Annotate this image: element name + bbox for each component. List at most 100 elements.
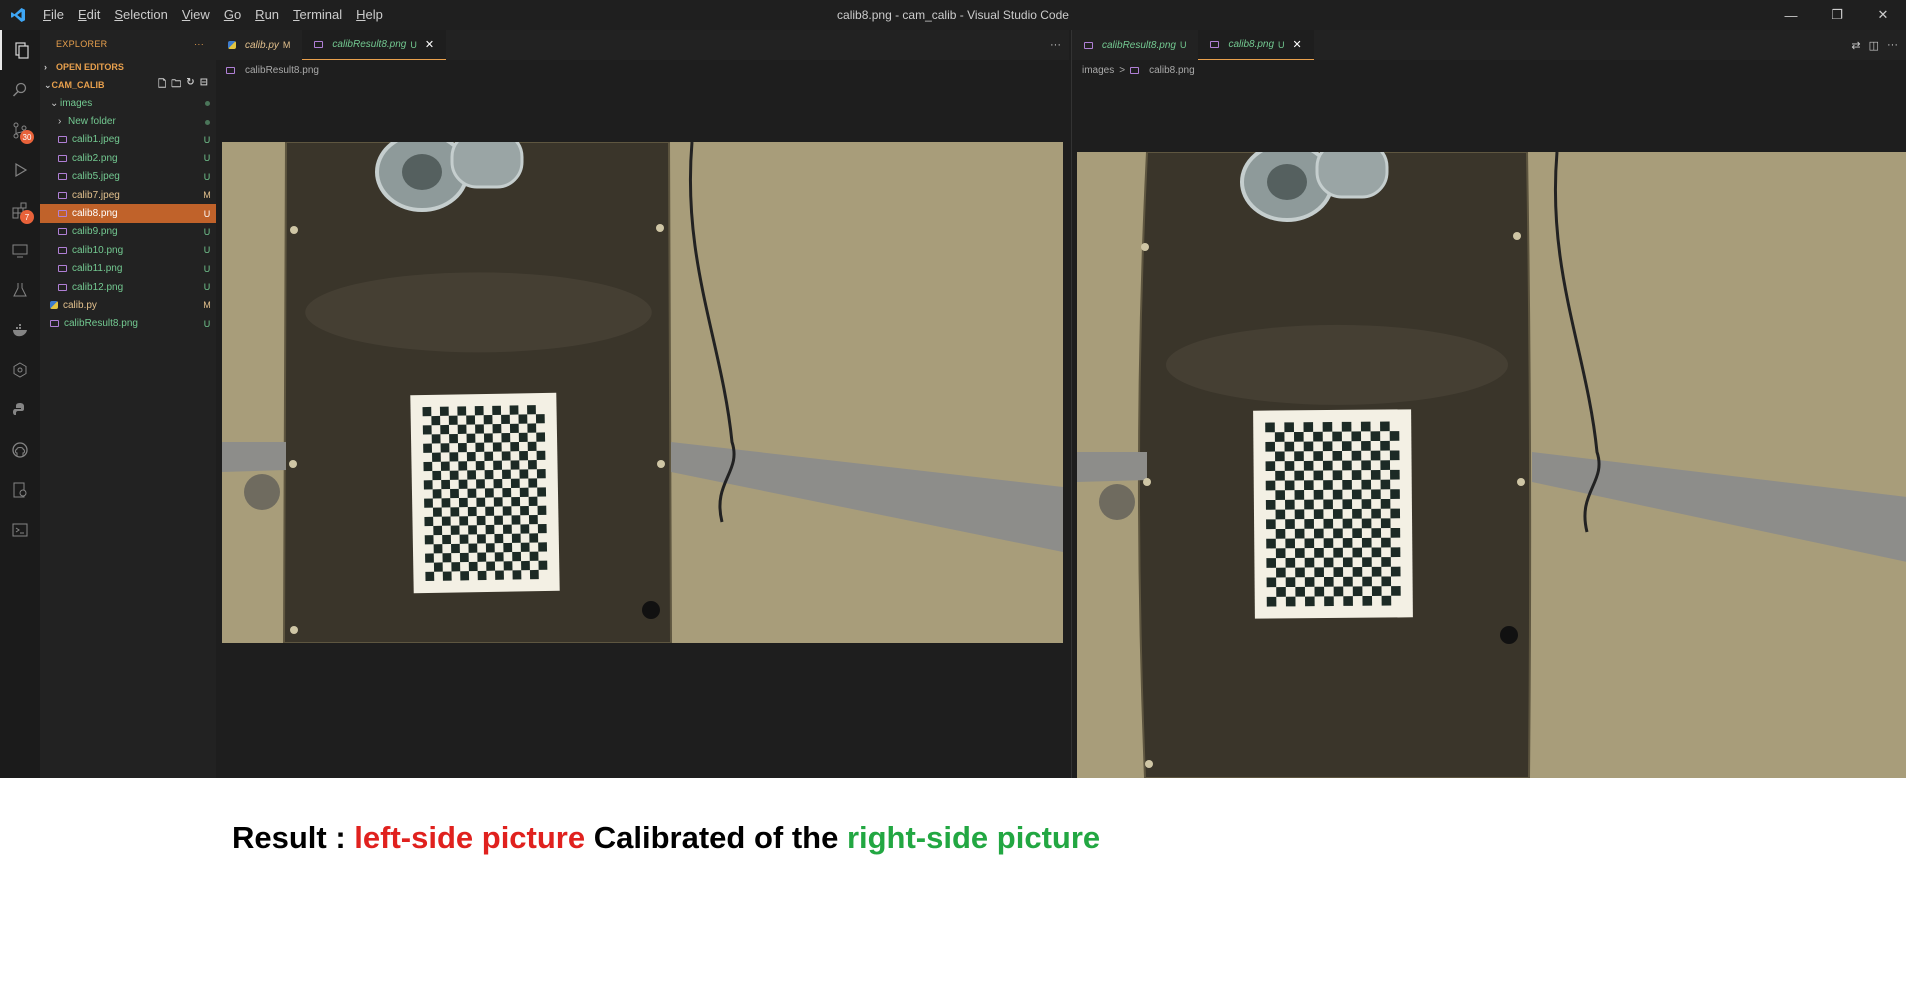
- checker-square: [1389, 431, 1400, 441]
- run-debug-icon[interactable]: [0, 150, 40, 190]
- checker-square: [1303, 460, 1314, 471]
- checker-square: [449, 452, 459, 462]
- source-control-icon[interactable]: 30: [0, 110, 40, 150]
- settings-sync-icon[interactable]: [0, 470, 40, 510]
- new-file-icon[interactable]: 🗋: [158, 77, 166, 94]
- python-icon[interactable]: [0, 390, 40, 430]
- tree-item-label: calib9.png: [72, 226, 118, 238]
- menu-file[interactable]: File: [36, 0, 71, 30]
- explorer-more-button[interactable]: ···: [194, 39, 204, 49]
- checker-square: [433, 525, 443, 536]
- tree-item-label: images: [60, 97, 93, 109]
- checker-square: [1390, 489, 1400, 499]
- checker-square: [1381, 537, 1391, 548]
- collapse-all-icon[interactable]: ⊟: [200, 77, 208, 94]
- checker-square: [459, 516, 469, 526]
- menu-terminal[interactable]: Terminal: [286, 0, 349, 30]
- refresh-icon[interactable]: ↻: [186, 77, 194, 94]
- checker-square: [528, 478, 538, 488]
- checker-square: [518, 432, 528, 443]
- tree-item-calib-py[interactable]: calib.py M: [40, 296, 216, 314]
- kubernetes-icon[interactable]: [0, 350, 40, 390]
- menu-help[interactable]: Help: [349, 0, 390, 30]
- checker-square: [1313, 489, 1324, 500]
- checker-square: [1380, 479, 1391, 490]
- checker-square: [448, 415, 458, 425]
- editor-more-button[interactable]: ···: [1887, 39, 1898, 51]
- tree-item-calib8-png[interactable]: calib8.png U: [40, 204, 216, 223]
- checker-square: [501, 414, 510, 425]
- menu-selection[interactable]: Selection: [107, 0, 174, 30]
- checker-square: [1284, 422, 1294, 433]
- checker-square: [509, 405, 519, 415]
- tree-item-calib9-png[interactable]: calib9.png U: [40, 223, 216, 241]
- tree-item-calibresult8-png[interactable]: calibResult8.png U: [40, 315, 216, 333]
- open-editors-section[interactable]: › OPEN EDITORS: [40, 58, 216, 76]
- close-window-button[interactable]: ✕: [1860, 0, 1906, 30]
- docker-icon[interactable]: [0, 310, 40, 350]
- checker-square: [1275, 528, 1286, 539]
- split-editor-icon[interactable]: ◫: [1869, 39, 1879, 52]
- minimize-button[interactable]: —: [1768, 0, 1814, 30]
- checker-square: [1305, 596, 1315, 607]
- tree-item-calib5-jpeg[interactable]: calib5.jpeg U: [40, 168, 216, 186]
- checker-square: [529, 533, 539, 543]
- checker-square: [1294, 509, 1305, 520]
- editor-more-button[interactable]: ···: [1050, 39, 1061, 51]
- search-icon[interactable]: [0, 70, 40, 110]
- testing-icon[interactable]: [0, 270, 40, 310]
- tree-item-label: calib8.png: [72, 208, 118, 220]
- tree-item-calib11-png[interactable]: calib11.png U: [40, 260, 216, 278]
- tab-calibresult8-png[interactable]: calibResult8.png U: [1072, 30, 1198, 60]
- tab-status: U: [1278, 39, 1285, 50]
- checker-square: [1266, 558, 1277, 568]
- tab-calib8-png[interactable]: calib8.png U ✕: [1198, 30, 1314, 60]
- tab-calibresult8-png[interactable]: calibResult8.png U ✕: [302, 30, 447, 60]
- terminal-icon[interactable]: [0, 510, 40, 550]
- breadcrumb-item[interactable]: images: [1082, 65, 1114, 76]
- new-folder-icon[interactable]: 🗀: [171, 77, 181, 94]
- tree-item-calib7-jpeg[interactable]: calib7.jpeg M: [40, 186, 216, 204]
- checker-square: [1284, 480, 1295, 491]
- git-status: M: [203, 190, 211, 201]
- git-status: U: [203, 226, 211, 237]
- menu-run[interactable]: Run: [248, 0, 286, 30]
- checker-square: [510, 442, 520, 452]
- source-control-badge: 30: [20, 130, 34, 144]
- checker-square: [1390, 566, 1401, 577]
- close-tab-icon[interactable]: ✕: [1293, 38, 1302, 51]
- checker-square: [1285, 577, 1296, 588]
- breadcrumb-item[interactable]: calibResult8.png: [245, 65, 319, 76]
- github-icon[interactable]: [0, 430, 40, 470]
- menu-go[interactable]: Go: [217, 0, 248, 30]
- project-section[interactable]: ⌄CAM_CALIB 🗋 🗀 ↻ ⊟: [40, 76, 216, 94]
- explorer-icon[interactable]: [0, 30, 40, 70]
- menu-view[interactable]: View: [175, 0, 217, 30]
- checker-square: [1333, 567, 1344, 577]
- checker-square: [493, 478, 503, 489]
- breadcrumb-item[interactable]: calib8.png: [1149, 65, 1195, 76]
- vscode-logo-icon[interactable]: [0, 0, 36, 30]
- open-changes-icon[interactable]: ⇄: [1851, 39, 1860, 52]
- tree-item-new-folder[interactable]: › New folder: [40, 112, 216, 130]
- checker-square: [502, 524, 512, 534]
- hole: [1500, 626, 1518, 644]
- tab-calib-py[interactable]: calib.py M: [216, 30, 302, 60]
- close-tab-icon[interactable]: ✕: [425, 38, 434, 51]
- file-tree: ⌄ images › New folder calib1.jpeg Ucalib2.png…: [40, 94, 216, 333]
- tree-item-calib1-jpeg[interactable]: calib1.jpeg U: [40, 131, 216, 149]
- tree-item-calib10-png[interactable]: calib10.png U: [40, 241, 216, 259]
- menu-edit[interactable]: Edit: [71, 0, 107, 30]
- checker-square: [441, 479, 451, 490]
- restore-button[interactable]: ❐: [1814, 0, 1860, 30]
- extensions-icon[interactable]: 7: [0, 190, 40, 230]
- tree-item-label: calibResult8.png: [64, 318, 138, 330]
- checker-square: [1314, 547, 1324, 558]
- checker-square: [466, 433, 476, 443]
- tree-item-images[interactable]: ⌄ images: [40, 94, 216, 112]
- tree-item-calib2-png[interactable]: calib2.png U: [40, 149, 216, 167]
- tree-item-calib12-png[interactable]: calib12.png U: [40, 278, 216, 296]
- checker-square: [1390, 469, 1400, 480]
- remote-explorer-icon[interactable]: [0, 230, 40, 270]
- checker-square: [1351, 431, 1362, 442]
